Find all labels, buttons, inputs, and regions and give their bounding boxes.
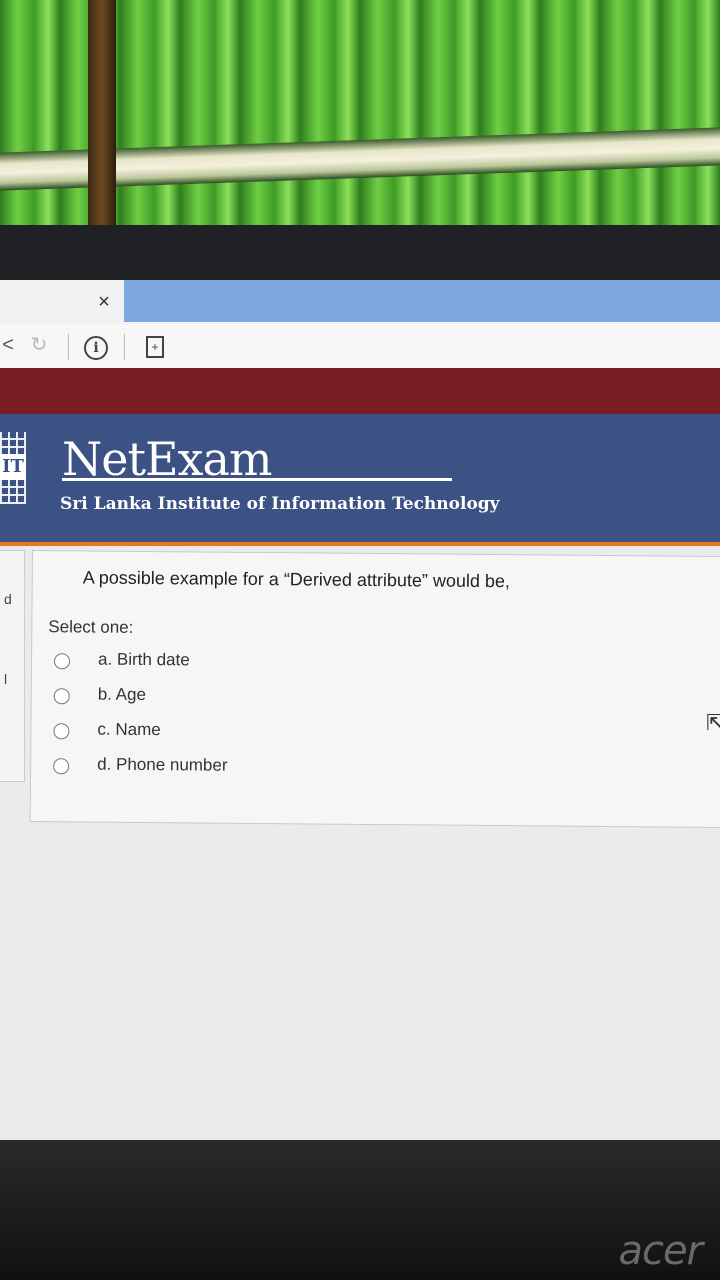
select-one-label: Select one: bbox=[48, 617, 134, 637]
site-subtitle: Sri Lanka Institute of Information Techn… bbox=[60, 494, 500, 514]
option-label[interactable]: c. Name bbox=[97, 720, 160, 741]
side-info-panel: d l bbox=[0, 550, 25, 782]
close-tab-icon[interactable]: × bbox=[94, 290, 114, 314]
question-text: A possible example for a “Derived attrib… bbox=[82, 567, 511, 592]
option-label[interactable]: d. Phone number bbox=[97, 755, 228, 776]
radio-button[interactable] bbox=[53, 653, 71, 670]
laptop-screen: × < ↻ i + IT NetExam Sri Lanka Institute… bbox=[0, 280, 720, 1150]
radio-button[interactable] bbox=[53, 758, 70, 775]
browser-tab-bar: × bbox=[0, 280, 720, 324]
laptop-bezel-top bbox=[0, 225, 720, 285]
side-text: l bbox=[4, 671, 8, 687]
mouse-cursor-icon: ⇱ bbox=[706, 710, 720, 735]
answer-option[interactable]: c. Name bbox=[53, 719, 653, 750]
toolbar-separator bbox=[124, 334, 125, 360]
radio-button[interactable] bbox=[53, 688, 70, 705]
answer-option[interactable]: d. Phone number bbox=[53, 754, 653, 785]
question-card: A possible example for a “Derived attrib… bbox=[29, 550, 720, 829]
option-label[interactable]: b. Age bbox=[98, 685, 146, 705]
toolbar-separator bbox=[68, 334, 69, 360]
site-info-icon[interactable]: i bbox=[84, 336, 108, 360]
acer-logo: acer bbox=[618, 1228, 703, 1274]
radio-button[interactable] bbox=[53, 723, 70, 740]
sliit-logo: IT bbox=[0, 454, 26, 480]
laptop-bezel-bottom: acer bbox=[0, 1140, 720, 1280]
page-action-icon[interactable]: + bbox=[146, 336, 164, 358]
side-text: d bbox=[4, 591, 12, 607]
title-underline bbox=[62, 478, 452, 481]
back-icon[interactable]: < bbox=[0, 332, 16, 358]
answer-option[interactable]: a. Birth date bbox=[53, 649, 654, 680]
active-tab[interactable] bbox=[124, 280, 720, 322]
site-top-band bbox=[0, 368, 720, 414]
wooden-post bbox=[88, 0, 116, 230]
option-label[interactable]: a. Birth date bbox=[98, 650, 190, 671]
browser-toolbar: < ↻ i + bbox=[0, 324, 720, 369]
answer-option[interactable]: b. Age bbox=[53, 684, 654, 715]
reload-icon[interactable]: ↻ bbox=[28, 332, 50, 358]
